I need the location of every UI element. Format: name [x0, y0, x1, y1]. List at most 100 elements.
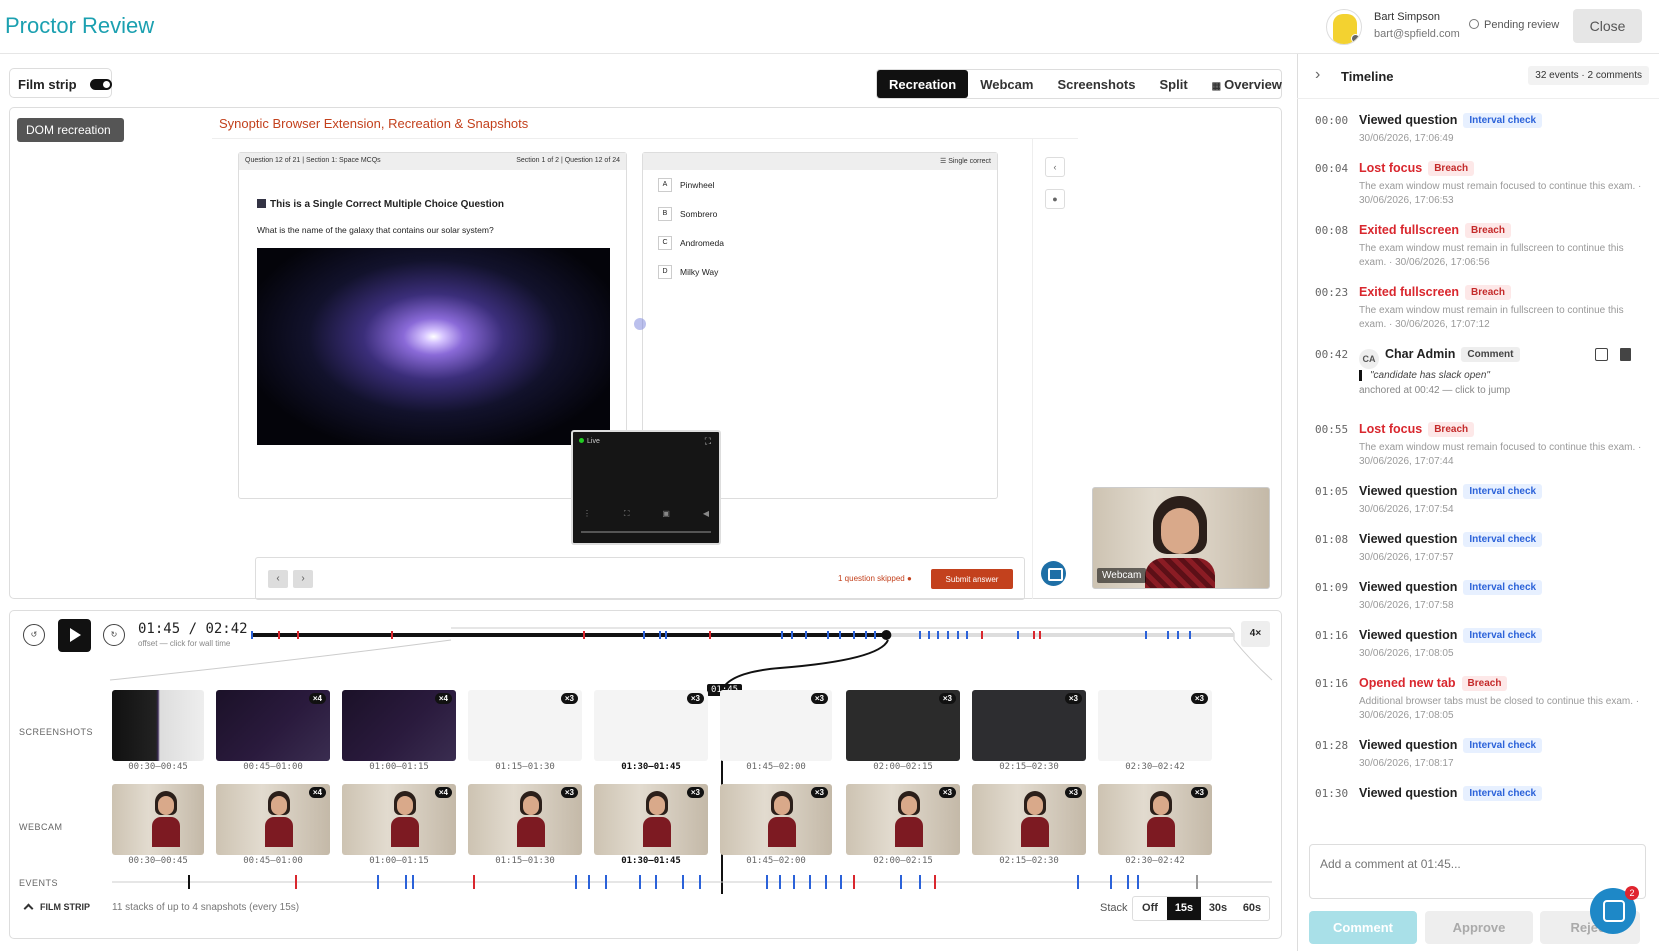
stack-count-badge: ×3: [560, 693, 578, 704]
stack-count-badge: ×4: [434, 787, 452, 798]
timeline-title: Timeline: [1341, 69, 1394, 84]
event-detail: The exam window must remain in fullscree…: [1359, 305, 1624, 330]
stack-time-range: 01:00–01:15: [369, 762, 429, 772]
webcam-stack[interactable]: ×4: [342, 784, 456, 855]
event-title-text: Viewed question: [1359, 484, 1458, 498]
screenshot-stack[interactable]: ×3: [468, 690, 582, 761]
event-title: Viewed question Interval check: [1359, 484, 1543, 499]
screenshot-stack[interactable]: ×3: [972, 690, 1086, 761]
event-tag: Breach: [1428, 161, 1475, 176]
screenshot-stack[interactable]: ×4: [342, 690, 456, 761]
comment-text: "candidate has slack open": [1359, 370, 1490, 381]
stack-off-button[interactable]: Off: [1133, 897, 1167, 920]
face: [1027, 796, 1044, 816]
stack-count-badge: ×3: [1064, 693, 1082, 704]
close-button[interactable]: Close: [1573, 9, 1642, 43]
event-detail: 30/06/2026, 17:08:05: [1359, 648, 1454, 659]
webcam-stack[interactable]: ×3: [720, 784, 832, 855]
stack-time-range: 02:15–02:30: [999, 856, 1059, 866]
webcam-stack[interactable]: ×3: [594, 784, 708, 855]
playhead-connector: [721, 639, 889, 691]
stack-count-badge: ×3: [686, 693, 704, 704]
webcam-stack[interactable]: ×4: [216, 784, 330, 855]
screenshot-stack[interactable]: ×3: [720, 690, 832, 761]
event-time: 00:08: [1315, 224, 1349, 237]
stack-count-badge: ×4: [308, 787, 326, 798]
webcam-stack[interactable]: [112, 784, 204, 855]
face: [523, 796, 540, 816]
trash-icon[interactable]: [1620, 348, 1631, 361]
comment-button[interactable]: Comment: [1309, 911, 1417, 944]
stack-time-range: 01:00–01:15: [369, 856, 429, 866]
stack-60s-button[interactable]: 60s: [1235, 897, 1269, 920]
candidate-thumbnail: [1147, 791, 1176, 848]
shirt: [643, 817, 672, 848]
event-title-text: Viewed question: [1359, 786, 1458, 800]
event-time: 00:55: [1315, 423, 1349, 436]
stack-time-range: 00:45–01:00: [243, 762, 303, 772]
stack-count-badge: ×3: [1064, 787, 1082, 798]
event-tag: Interval check: [1463, 580, 1543, 595]
event-time: 01:16: [1315, 677, 1349, 690]
timeline-list[interactable]: 00:00 Viewed question Interval check 30/06/…: [1298, 100, 1658, 833]
face: [157, 796, 174, 816]
shirt: [768, 817, 797, 848]
candidate-thumbnail: [265, 791, 294, 848]
candidate-thumbnail: [768, 791, 797, 848]
webcam-stack[interactable]: ×3: [972, 784, 1086, 855]
event-detail: The exam window must remain focused to c…: [1359, 442, 1642, 467]
shirt: [517, 817, 546, 848]
stack-time-range: 01:30–01:45: [621, 762, 681, 772]
edit-icon[interactable]: [1595, 348, 1608, 361]
webcam-stack[interactable]: ×3: [468, 784, 582, 855]
candidate-thumbnail: [391, 791, 420, 848]
stack-time-range: 00:30–00:45: [128, 856, 188, 866]
event-time: 00:42: [1315, 348, 1349, 361]
avatar[interactable]: [1326, 9, 1362, 45]
stack-time-range: 02:15–02:30: [999, 762, 1059, 772]
screenshot-stack[interactable]: ×3: [1098, 690, 1212, 761]
film-strip-toggle-label: FILM STRIP: [40, 902, 90, 912]
stack-15s-button[interactable]: 15s: [1167, 897, 1201, 920]
event-title-text: Opened new tab: [1359, 676, 1456, 690]
stack-count-badge: ×4: [434, 693, 452, 704]
screenshot-stack[interactable]: [112, 690, 204, 761]
stack-count-badge: ×3: [1190, 693, 1208, 704]
event-title-text: Viewed question: [1359, 738, 1458, 752]
presence-dot: [1351, 34, 1360, 43]
zoom-funnel-left: [109, 639, 452, 681]
stack-time-range: 02:00–02:15: [873, 856, 933, 866]
screenshot-stack[interactable]: ×3: [846, 690, 960, 761]
approve-button[interactable]: Approve: [1425, 911, 1533, 944]
user-name: Bart Simpson: [1374, 11, 1441, 23]
stack-time-range: 01:45–02:00: [746, 762, 806, 772]
shirt: [391, 817, 420, 848]
stack-30s-button[interactable]: 30s: [1201, 897, 1235, 920]
comment-input[interactable]: [1309, 844, 1646, 899]
event-title: Lost focus Breach: [1359, 422, 1475, 437]
event-detail: 30/06/2026, 17:06:49: [1359, 133, 1454, 144]
event-tag: Interval check: [1463, 786, 1543, 801]
screenshot-stack[interactable]: ×4: [216, 690, 330, 761]
event-title-text: Exited fullscreen: [1359, 223, 1460, 237]
event-tag: Interval check: [1463, 738, 1543, 753]
comment-anchor[interactable]: anchored at 00:42 — click to jump: [1359, 385, 1510, 396]
event-detail: 30/06/2026, 17:07:54: [1359, 504, 1454, 515]
event-detail: The exam window must remain in fullscree…: [1359, 243, 1624, 268]
stack-count-badge: ×3: [686, 787, 704, 798]
film-strip-collapse[interactable]: FILM STRIP: [23, 902, 90, 914]
candidate-thumbnail: [643, 791, 672, 848]
webcam-stack[interactable]: ×3: [846, 784, 960, 855]
event-tag: Interval check: [1463, 532, 1543, 547]
webcam-stack[interactable]: ×3: [1098, 784, 1212, 855]
event-title: Viewed question Interval check: [1359, 738, 1543, 753]
events-track[interactable]: [0, 870, 1290, 892]
chevron-up-icon: [23, 903, 34, 914]
event-title: Viewed question Interval check: [1359, 580, 1543, 595]
stack-interval-selector: Off 15s 30s 60s: [1132, 896, 1270, 921]
chevron-right-icon[interactable]: ›: [1315, 66, 1320, 84]
event-detail: 30/06/2026, 17:08:17: [1359, 758, 1454, 769]
screenshot-stack[interactable]: ×3: [594, 690, 708, 761]
event-tag: Interval check: [1463, 484, 1543, 499]
event-title: Viewed question Interval check: [1359, 786, 1543, 801]
